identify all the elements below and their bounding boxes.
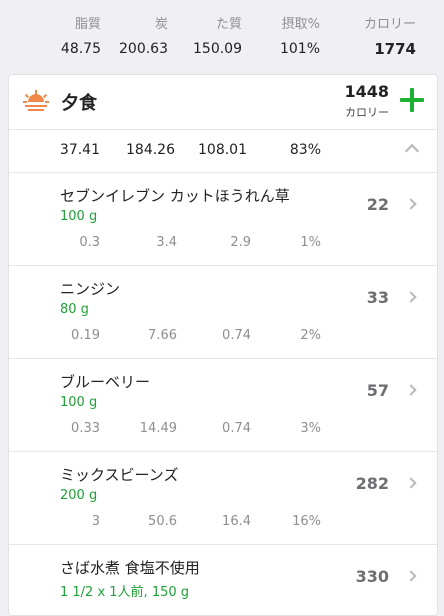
food-item[interactable]: セブンイレブン カットほうれん草 100 g 22 0.3 3.4 2.9 1% <box>9 173 437 266</box>
food-name: ニンジン <box>60 280 121 298</box>
food-calories: 330 <box>355 567 389 586</box>
summary-protein: た質 150.09 <box>193 16 242 58</box>
food-item[interactable]: ミックスビーンズ 200 g 282 3 50.6 16.4 16% <box>9 452 437 545</box>
food-fat: 0.33 <box>71 421 100 436</box>
plus-icon[interactable] <box>399 87 425 113</box>
summary-intake: 摂取% 101% <box>280 16 320 58</box>
food-protein: 16.4 <box>222 514 251 529</box>
food-percent: 3% <box>300 421 321 436</box>
total-fat: 37.41 <box>59 142 100 158</box>
food-name: ブルーベリー <box>60 373 151 391</box>
meal-calories-unit: カロリー <box>345 106 389 119</box>
food-protein: 0.74 <box>222 421 251 436</box>
food-name: さば水煮 食塩不使用 <box>60 559 200 577</box>
food-fat: 0.3 <box>79 235 100 250</box>
food-carbs: 14.49 <box>139 421 177 436</box>
food-calories: 33 <box>366 288 389 307</box>
food-quantity: 80 g <box>60 302 89 317</box>
summary-fat: 脂質 48.75 <box>61 16 101 58</box>
summary-protein-value: 150.09 <box>193 41 242 57</box>
food-calories: 57 <box>366 381 389 400</box>
chevron-right-icon <box>405 198 417 210</box>
food-quantity: 100 g <box>60 209 98 224</box>
food-name: ミックスビーンズ <box>60 466 179 484</box>
sunset-icon <box>23 90 49 111</box>
food-carbs: 50.6 <box>148 514 177 529</box>
food-calories: 22 <box>366 195 389 214</box>
food-quantity: 100 g <box>60 395 98 410</box>
food-item[interactable]: ニンジン 80 g 33 0.19 7.66 0.74 2% <box>9 266 437 359</box>
chevron-right-icon <box>405 477 417 489</box>
meal-calories: 1448 <box>344 82 389 101</box>
food-quantity: 200 g <box>60 488 98 503</box>
summary-carbs-value: 200.63 <box>119 41 168 57</box>
summary-intake-value: 101% <box>279 41 320 57</box>
summary-fat-label: 脂質 <box>74 17 101 32</box>
food-protein: 0.74 <box>222 328 251 343</box>
summary-carbs-label: 炭 <box>154 17 168 32</box>
summary-calories: カロリー 1774 <box>364 16 416 58</box>
food-item[interactable]: さば水煮 食塩不使用 1 1/2 x 1人前, 150 g 330 <box>9 545 437 615</box>
food-quantity: 1 1/2 x 1人前, 150 g <box>60 585 190 600</box>
summary-calories-label: カロリー <box>363 17 416 32</box>
chevron-right-icon <box>405 291 417 303</box>
summary-carbs: 炭 200.63 <box>119 16 168 58</box>
food-percent: 16% <box>292 514 321 529</box>
meal-totals[interactable]: 37.41 184.26 108.01 83% <box>9 130 437 173</box>
food-percent: 1% <box>300 235 321 250</box>
summary-protein-label: た質 <box>215 17 242 32</box>
food-percent: 2% <box>300 328 321 343</box>
food-carbs: 7.66 <box>148 328 177 343</box>
meal-title: 夕食 <box>61 93 97 114</box>
food-calories: 282 <box>355 474 389 493</box>
summary-fat-value: 48.75 <box>60 41 101 57</box>
food-name: セブンイレブン カットほうれん草 <box>60 187 290 205</box>
chevron-up-icon[interactable] <box>404 143 420 159</box>
food-fat: 3 <box>91 514 100 529</box>
total-percent: 83% <box>289 142 321 158</box>
food-fat: 0.19 <box>71 328 100 343</box>
summary-intake-label: 摂取% <box>281 17 320 32</box>
meal-card: 夕食 1448 カロリー 37.41 184.26 108.01 83% セブン… <box>8 74 438 616</box>
nutrition-summary: 脂質 48.75 炭 200.63 た質 150.09 摂取% 101% カロリ… <box>0 0 444 70</box>
chevron-right-icon <box>405 570 417 582</box>
meal-header[interactable]: 夕食 1448 カロリー <box>9 75 437 130</box>
food-carbs: 3.4 <box>156 235 177 250</box>
chevron-right-icon <box>405 384 417 396</box>
total-carbs: 184.26 <box>126 142 175 158</box>
total-protein: 108.01 <box>198 142 247 158</box>
food-protein: 2.9 <box>230 235 251 250</box>
food-item[interactable]: ブルーベリー 100 g 57 0.33 14.49 0.74 3% <box>9 359 437 452</box>
summary-calories-value: 1774 <box>374 40 416 58</box>
